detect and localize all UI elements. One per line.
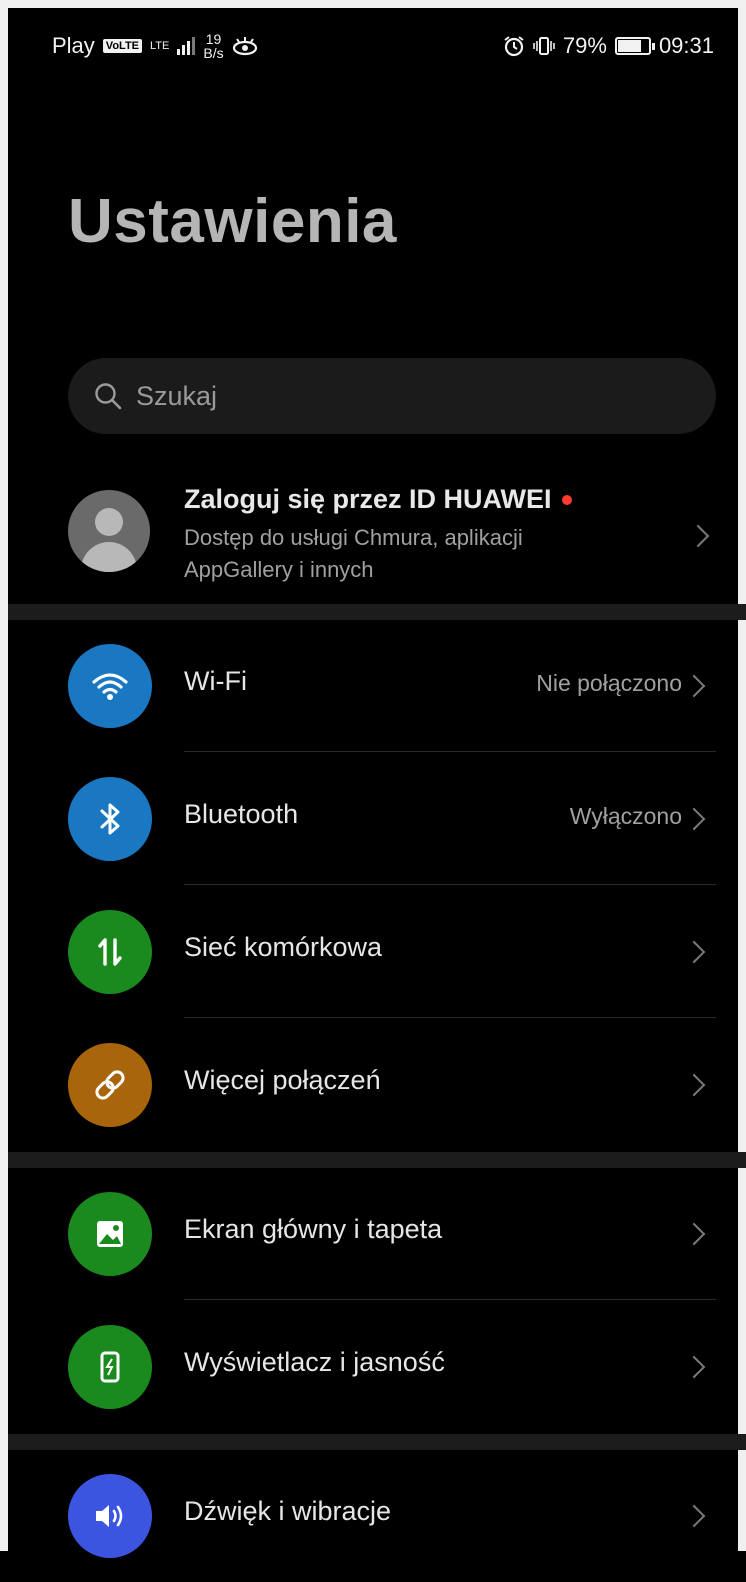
sound-icon bbox=[68, 1474, 152, 1558]
avatar bbox=[68, 490, 150, 572]
chevron-right-icon bbox=[682, 1073, 706, 1097]
settings-item-value: Nie połączono bbox=[536, 670, 682, 696]
chevron-right-icon bbox=[682, 1222, 706, 1246]
settings-item-more-connections[interactable]: Więcej połączeń bbox=[8, 1019, 746, 1151]
row-divider bbox=[184, 751, 716, 752]
lte-indicator: LTE bbox=[150, 39, 170, 52]
account-title-text: Zaloguj się przez ID HUAWEI bbox=[184, 484, 552, 514]
settings-item-bluetooth[interactable]: Bluetooth Wyłączono bbox=[8, 753, 746, 885]
chevron-right-icon bbox=[682, 674, 706, 698]
notification-dot bbox=[561, 494, 572, 505]
mobile-data-icon bbox=[68, 910, 152, 994]
section-divider bbox=[8, 604, 746, 620]
screen: Play VoLTE LTE 19 B/s 79% 09:31 Ustawien… bbox=[0, 0, 746, 1558]
wifi-icon bbox=[68, 644, 152, 728]
chevron-right-icon bbox=[682, 807, 706, 831]
settings-item-label: Dźwięk i wibracje bbox=[184, 1496, 392, 1526]
link-icon bbox=[68, 1043, 152, 1127]
wallpaper-icon bbox=[68, 1192, 152, 1276]
settings-item-label: Ekran główny i tapeta bbox=[184, 1214, 443, 1244]
settings-item-wifi[interactable]: Wi-Fi Nie połączono bbox=[8, 620, 746, 752]
alarm-icon bbox=[504, 36, 524, 57]
settings-item-label: Więcej połączeń bbox=[184, 1065, 381, 1095]
search-placeholder: Szukaj bbox=[136, 380, 218, 411]
huawei-id-login[interactable]: Zaloguj się przez ID HUAWEI Dostęp do us… bbox=[68, 478, 716, 588]
settings-item-label: Wyświetlacz i jasność bbox=[184, 1347, 445, 1377]
settings-item-display-brightness[interactable]: Wyświetlacz i jasność bbox=[8, 1301, 746, 1433]
network-speed: 19 B/s bbox=[203, 31, 224, 61]
battery-icon bbox=[614, 37, 655, 55]
vibrate-icon bbox=[533, 37, 555, 55]
row-divider bbox=[184, 884, 716, 885]
row-divider bbox=[184, 1017, 716, 1018]
signal-icon bbox=[177, 37, 196, 55]
settings-item-mobile-network[interactable]: Sieć komórkowa bbox=[8, 886, 746, 1018]
section-divider bbox=[8, 1152, 746, 1168]
volte-badge: VoLTE bbox=[102, 39, 142, 53]
search-icon bbox=[95, 383, 122, 410]
bluetooth-icon bbox=[68, 777, 152, 861]
chevron-right-icon bbox=[686, 524, 710, 548]
display-brightness-icon bbox=[68, 1325, 152, 1409]
eye-comfort-icon bbox=[232, 37, 257, 56]
account-title: Zaloguj się przez ID HUAWEI bbox=[184, 484, 572, 515]
clock: 09:31 bbox=[658, 33, 714, 58]
chevron-right-icon bbox=[682, 1504, 706, 1528]
carrier-name: Play bbox=[52, 33, 95, 58]
settings-item-label: Bluetooth bbox=[184, 799, 299, 829]
settings-item-label: Wi-Fi bbox=[184, 666, 247, 696]
settings-item-value: Wyłączono bbox=[569, 803, 682, 829]
chevron-right-icon bbox=[682, 940, 706, 964]
settings-item-label: Sieć komórkowa bbox=[184, 932, 383, 962]
section-divider bbox=[8, 1434, 746, 1450]
chevron-right-icon bbox=[682, 1355, 706, 1379]
settings-item-sound-vibration[interactable]: Dźwięk i wibracje bbox=[8, 1450, 746, 1582]
settings-item-home-screen-wallpaper[interactable]: Ekran główny i tapeta bbox=[8, 1168, 746, 1300]
page-title: Ustawienia bbox=[68, 187, 397, 256]
row-divider bbox=[184, 1299, 716, 1300]
battery-percent: 79% bbox=[562, 33, 607, 58]
search-input[interactable]: Szukaj bbox=[68, 358, 716, 434]
status-bar: Play VoLTE LTE 19 B/s 79% 09:31 bbox=[52, 18, 714, 74]
account-subtitle: Dostęp do usługi Chmura, aplikacji AppGa… bbox=[184, 525, 523, 582]
